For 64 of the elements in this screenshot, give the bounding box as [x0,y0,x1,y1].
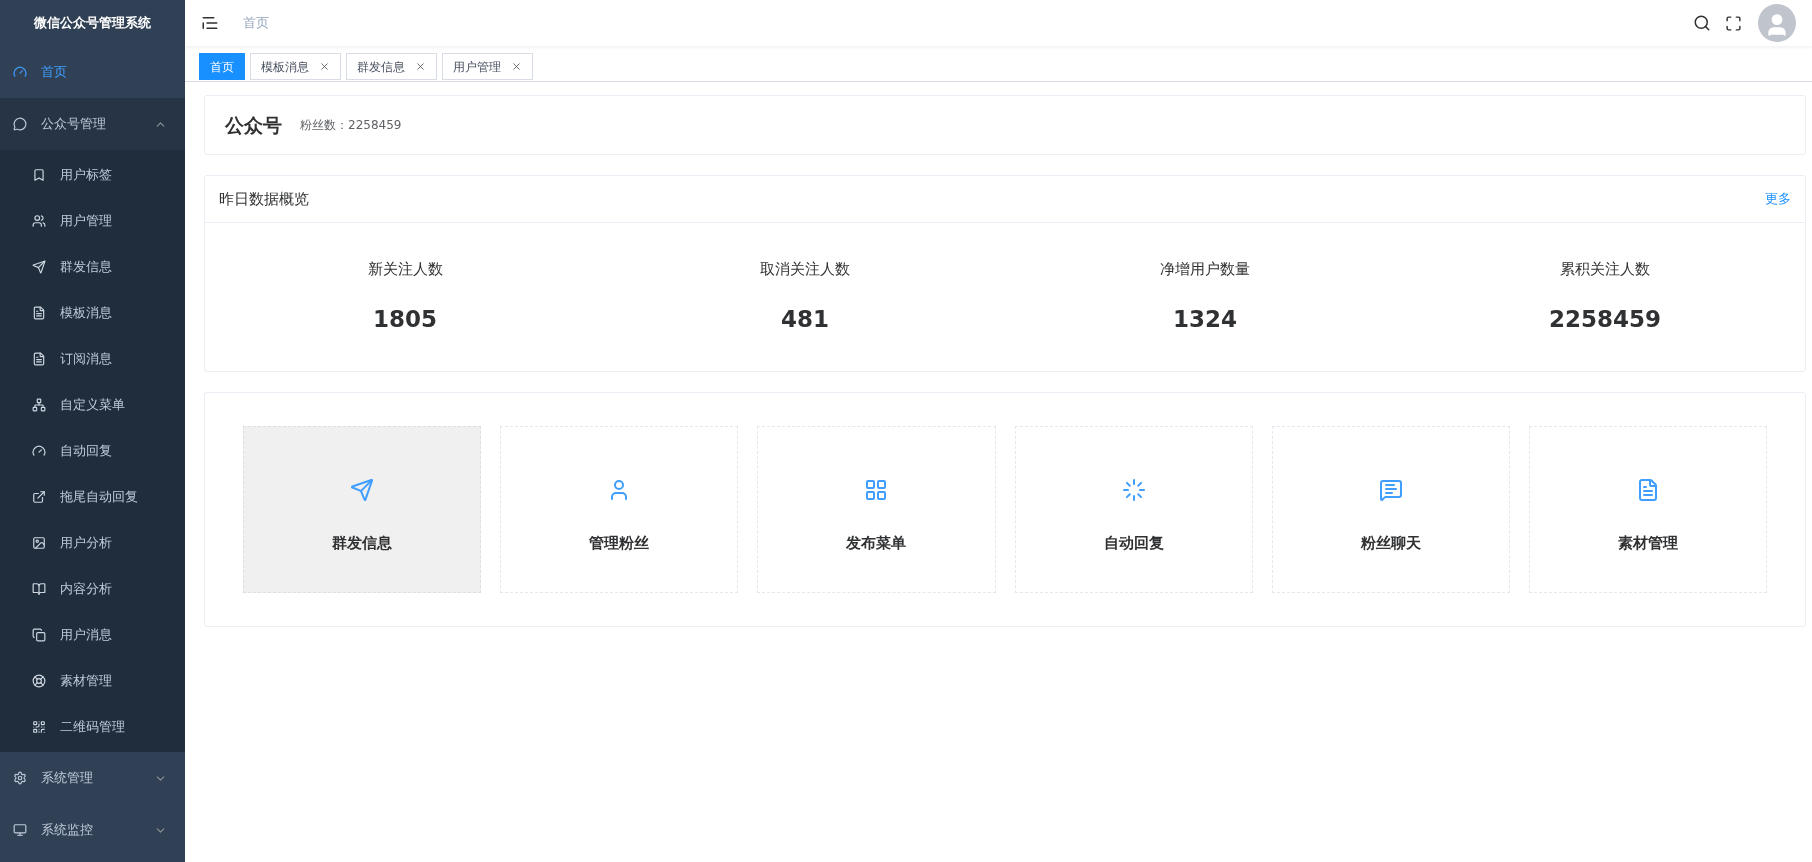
submenu-item[interactable]: 拖尾自动回复 [0,474,185,520]
shortcut-tile[interactable]: 群发信息 [243,426,482,593]
book-icon [32,582,46,596]
submenu-item[interactable]: 用户分析 [0,520,185,566]
grid-icon [864,478,889,503]
search-icon[interactable] [1693,14,1711,32]
submenu-item[interactable]: 二维码管理 [0,704,185,750]
fullscreen-icon[interactable] [1725,14,1742,32]
users-icon [32,214,46,228]
image-icon [32,536,46,550]
stat-label: 净增用户数量 [1160,258,1250,280]
submenu-item[interactable]: 用户管理 [0,198,185,244]
submenu-item[interactable]: 用户标签 [0,152,185,198]
close-icon[interactable] [511,61,522,72]
shortcut-tile[interactable]: 自动回复 [1014,426,1253,593]
account-title: 公众号 [225,112,282,138]
menu-icon[interactable] [201,14,219,32]
submenu-item[interactable]: 订阅消息 [0,336,185,382]
menu-item[interactable]: 公众号管理 [0,98,185,150]
stat-label: 取消关注人数 [760,258,850,280]
stat-value: 481 [781,305,829,334]
paper-plane-icon [350,478,375,503]
stat-value: 1324 [1173,305,1237,334]
bookmark-icon [32,168,46,182]
gauge-icon [13,65,27,79]
submenu-item[interactable]: 自动回复 [0,428,185,474]
submenu-item[interactable]: 群发信息 [0,244,185,290]
lifebuoy-icon [32,674,46,688]
paper-plane-icon [32,260,46,274]
tree-icon [32,398,46,412]
submenu-item[interactable]: 模板消息 [0,290,185,336]
menu-item[interactable]: 系统监控 [0,804,185,856]
shortcut-tile[interactable]: 发布菜单 [757,426,996,593]
shortcut-tile[interactable]: 管理粉丝 [500,426,739,593]
submenu-item[interactable]: 自定义菜单 [0,382,185,428]
submenu-item[interactable]: 素材管理 [0,658,185,704]
stat-label: 累积关注人数 [1560,258,1650,280]
close-icon[interactable] [319,61,330,72]
close-icon[interactable] [415,61,426,72]
overview-title: 昨日数据概览 [219,188,309,210]
stat-value: 1805 [373,305,437,334]
page-tab[interactable]: 模板消息 [250,53,341,80]
chat-icon [1378,478,1403,503]
stat-value: 2258459 [1549,305,1661,334]
shortcut-tile[interactable]: 粉丝聊天 [1271,426,1510,593]
submenu-item[interactable]: 用户消息 [0,612,185,658]
spinner-icon [1121,478,1146,503]
menu-item[interactable]: 系统管理 [0,752,185,804]
stat-label: 新关注人数 [367,258,443,280]
qr-code-icon [32,720,46,734]
document-icon [32,306,46,320]
page-tab[interactable]: 用户管理 [442,53,533,80]
external-link-icon [32,490,46,504]
submenu-item[interactable]: 内容分析 [0,566,185,612]
menu-item[interactable]: 首页 [0,46,185,98]
monitor-icon [13,823,27,837]
shortcut-tile[interactable]: 素材管理 [1528,426,1767,593]
gauge-icon [32,444,46,458]
copy-icon [32,628,46,642]
document-icon [32,352,46,366]
page-tab[interactable]: 群发信息 [346,53,437,80]
fans-count: 粉丝数：2258459 [300,117,402,134]
app-title: 微信公众号管理系统 [34,14,151,33]
settings-icon [13,771,27,785]
